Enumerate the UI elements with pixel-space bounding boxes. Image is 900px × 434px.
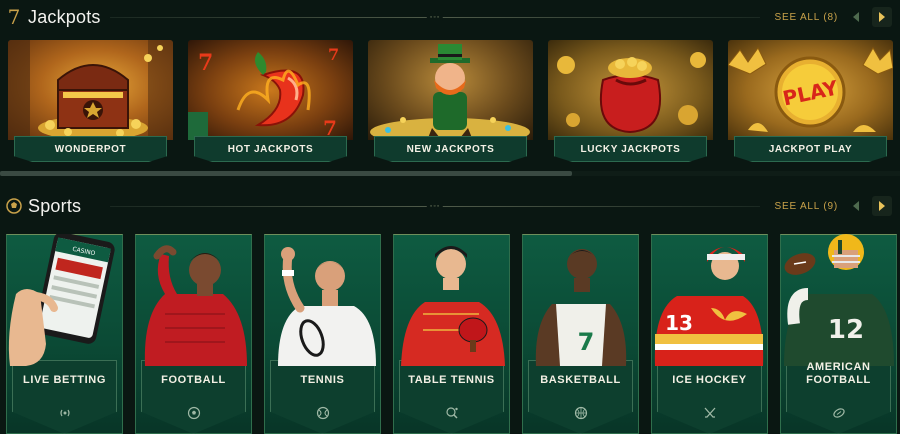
jackpot-card-label-plaque: LUCKY JACKPOTS xyxy=(554,136,707,162)
sport-card-label: FOOTBALL xyxy=(161,374,226,386)
jackpots-title-wrap: 7 Jackpots xyxy=(6,0,101,34)
sport-card-label: FOOTBALL xyxy=(806,374,871,386)
sport-card-american-football[interactable]: 12 AMERICAN FOOTBALL xyxy=(780,234,897,434)
sport-card-football[interactable]: FOOTBALL xyxy=(135,234,252,434)
football-player-art xyxy=(135,234,252,366)
treasure-chest-icon xyxy=(8,40,173,140)
section-divider: ◦◦◦ xyxy=(110,14,760,21)
live-betting-art: CASINO xyxy=(6,234,123,366)
new-jackpots-art xyxy=(368,40,533,140)
svg-text:7: 7 xyxy=(198,50,213,76)
jackpot-card-new-jackpots[interactable]: NEW JACKPOTS xyxy=(368,40,533,164)
jackpots-see-all-link[interactable]: SEE ALL (8) xyxy=(775,0,838,34)
sport-card-tennis[interactable]: TENNIS xyxy=(264,234,381,434)
sport-card-label: TENNIS xyxy=(300,374,345,386)
jackpot-card-label-plaque: WONDERPOT xyxy=(14,136,167,162)
hockey-sticks-icon xyxy=(704,407,715,418)
sport-card-label: BASKETBALL xyxy=(540,374,621,386)
chevron-right-icon xyxy=(879,201,885,211)
sports-carousel: CASINO LIVE BETTING FOOTBALL TENNIS TABL… xyxy=(6,234,900,434)
play-coin-icon: PLAY xyxy=(728,47,893,132)
soccer-ball-icon xyxy=(6,197,22,215)
chevron-right-icon xyxy=(879,12,885,22)
jackpots-carousel: WONDERPOT 7 7 7 HOT JACKPOTS NEW JACKPOT… xyxy=(8,40,894,164)
sports-next-button[interactable] xyxy=(872,196,892,216)
svg-text:7: 7 xyxy=(328,45,339,64)
tennis-ball-icon xyxy=(316,406,329,420)
jackpot-card-label: HOT JACKPOTS xyxy=(227,143,314,155)
jackpot-play-art: PLAY xyxy=(728,40,893,140)
jackpots-title: Jackpots xyxy=(28,6,101,27)
sport-card-label: TABLE TENNIS xyxy=(408,374,495,386)
tennis-player-art xyxy=(264,234,381,366)
jersey-number: 12 xyxy=(828,315,864,345)
money-bag-icon xyxy=(557,52,706,134)
jackpots-next-button[interactable] xyxy=(872,7,892,27)
jackpot-card-label: WONDERPOT xyxy=(54,143,127,155)
sports-prev-button[interactable] xyxy=(846,196,866,216)
jackpot-card-wonderpot[interactable]: WONDERPOT xyxy=(8,40,173,164)
table-tennis-player-art xyxy=(393,234,510,366)
jackpot-card-lucky-jackpots[interactable]: LUCKY JACKPOTS xyxy=(548,40,713,164)
chevron-left-icon xyxy=(853,201,859,211)
sport-card-table-tennis[interactable]: TABLE TENNIS xyxy=(393,234,510,434)
sport-card-basketball[interactable]: 7 BASKETBALL xyxy=(522,234,639,434)
hot-jackpots-art: 7 7 7 xyxy=(188,40,353,140)
sports-title-wrap: Sports xyxy=(6,189,81,223)
jersey-number: 13 xyxy=(665,311,693,335)
american-football-player-art: 12 xyxy=(780,234,897,366)
chevron-left-icon xyxy=(853,12,859,22)
phone-in-hand-icon: CASINO xyxy=(8,234,115,366)
leprechaun-icon xyxy=(370,44,530,140)
basketball-player-art: 7 xyxy=(522,234,639,366)
jackpots-header: 7 Jackpots ◦◦◦ SEE ALL (8) xyxy=(0,0,900,34)
basketball-icon xyxy=(574,406,587,420)
ice-hockey-player-art: 13 xyxy=(651,234,768,366)
chili-pepper-icon: 7 7 7 xyxy=(188,45,339,140)
sports-title: Sports xyxy=(28,195,82,216)
sports-header: Sports ◦◦◦ SEE ALL (9) xyxy=(0,189,900,223)
lucky-jackpots-art xyxy=(548,40,713,140)
sport-card-label: AMERICAN xyxy=(806,361,871,373)
soccer-ball-icon xyxy=(187,406,200,420)
sports-see-all-link[interactable]: SEE ALL (9) xyxy=(775,189,838,223)
jersey-number: 7 xyxy=(578,328,595,356)
jackpots-scrollbar-thumb[interactable] xyxy=(0,171,572,176)
jackpot-card-label: LUCKY JACKPOTS xyxy=(580,143,681,155)
jackpots-scrollbar[interactable] xyxy=(0,171,900,176)
jackpot-card-jackpot-play[interactable]: PLAY JACKPOT PLAY xyxy=(728,40,893,164)
section-divider: ◦◦◦ xyxy=(110,203,760,210)
jackpot-card-label: NEW JACKPOTS xyxy=(406,143,495,155)
jackpot-card-label-plaque: HOT JACKPOTS xyxy=(194,136,347,162)
wonderpot-art xyxy=(8,40,173,140)
sport-card-ice-hockey[interactable]: 13 ICE HOCKEY xyxy=(651,234,768,434)
seven-icon: 7 xyxy=(7,5,21,29)
jackpot-card-hot-jackpots[interactable]: 7 7 7 HOT JACKPOTS xyxy=(188,40,353,164)
table-tennis-icon xyxy=(445,407,458,419)
jackpot-card-label-plaque: NEW JACKPOTS xyxy=(374,136,527,162)
jackpot-card-label: JACKPOT PLAY xyxy=(768,143,853,155)
sport-card-label: LIVE BETTING xyxy=(23,374,106,386)
jackpots-prev-button[interactable] xyxy=(846,7,866,27)
sports-carousel-nav xyxy=(846,196,892,216)
jackpot-card-label-plaque: JACKPOT PLAY xyxy=(734,136,887,162)
sport-card-live-betting[interactable]: CASINO LIVE BETTING xyxy=(6,234,123,434)
american-football-icon xyxy=(832,408,845,418)
sport-card-label: ICE HOCKEY xyxy=(672,374,747,386)
jackpots-carousel-nav xyxy=(846,7,892,27)
live-signal-icon xyxy=(59,409,70,417)
